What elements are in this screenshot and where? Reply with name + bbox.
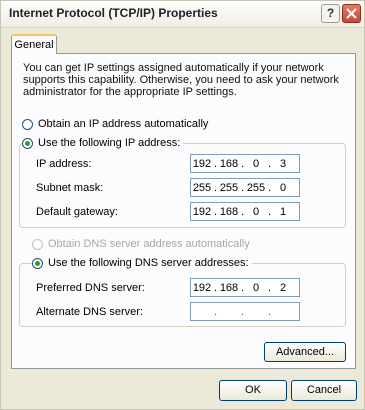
ip-address-label: IP address: [36,158,92,170]
octet: 3 [279,157,287,170]
use-dns-radio[interactable] [32,257,43,269]
cancel-button[interactable]: Cancel [291,380,357,401]
window-title: Internet Protocol (TCP/IP) Properties [9,6,218,20]
alternate-dns-label: Alternate DNS server: [36,306,143,318]
advanced-button[interactable]: Advanced... [264,342,346,362]
ip-address-input[interactable]: 192. 168. 0. 3 [190,154,300,173]
octet: 0 [279,181,287,194]
title-bar: Internet Protocol (TCP/IP) Properties ? [1,1,364,28]
ok-button[interactable]: OK [219,380,287,401]
octet: 2 [279,281,287,294]
octet: 255 [219,181,239,194]
tab-general[interactable]: General [11,34,57,54]
octet-dot: . [240,305,245,318]
octet: 1 [279,205,287,218]
close-icon [346,8,357,19]
octet: 0 [252,205,260,218]
octet: 255 [192,181,212,194]
subnet-mask-input[interactable]: 255. 255. 255. 0 [190,178,300,197]
obtain-ip-auto-label: Obtain an IP address automatically [38,118,209,130]
use-ip-option[interactable]: Use the following IP address: [22,137,184,149]
octet: 192 [192,157,212,170]
octet: 192 [192,281,212,294]
octet: 255 [246,181,266,194]
close-button[interactable] [342,4,361,23]
use-ip-label: Use the following IP address: [38,137,181,149]
obtain-dns-auto-radio[interactable] [32,238,43,250]
octet: 0 [252,281,260,294]
obtain-ip-auto-option[interactable]: Obtain an IP address automatically [22,118,208,130]
octet: 192 [192,205,212,218]
obtain-dns-auto-label: Obtain DNS server address automatically [48,238,250,250]
obtain-dns-auto-option[interactable]: Obtain DNS server address automatically [32,238,250,250]
preferred-dns-label: Preferred DNS server: [36,282,145,294]
octet: 168 [219,157,239,170]
octet-dot: . [213,305,218,318]
octet-dot: . [267,305,272,318]
octet: 0 [252,157,260,170]
use-ip-radio[interactable] [22,137,33,149]
default-gateway-input[interactable]: 192. 168. 0. 1 [190,202,300,221]
preferred-dns-input[interactable]: 192. 168. 0. 2 [190,278,300,297]
obtain-ip-auto-radio[interactable] [22,118,33,130]
default-gateway-label: Default gateway: [36,206,118,218]
help-button[interactable]: ? [321,4,340,23]
alternate-dns-input[interactable]: . . . [190,302,300,321]
description-text: You can get IP settings assigned automat… [23,62,339,98]
use-dns-option[interactable]: Use the following DNS server addresses: [32,257,252,269]
subnet-mask-label: Subnet mask: [36,182,104,194]
use-dns-label: Use the following DNS server addresses: [48,257,249,269]
tcpip-properties-dialog: Internet Protocol (TCP/IP) Properties ? … [0,0,365,410]
octet: 168 [219,205,239,218]
octet: 168 [219,281,239,294]
